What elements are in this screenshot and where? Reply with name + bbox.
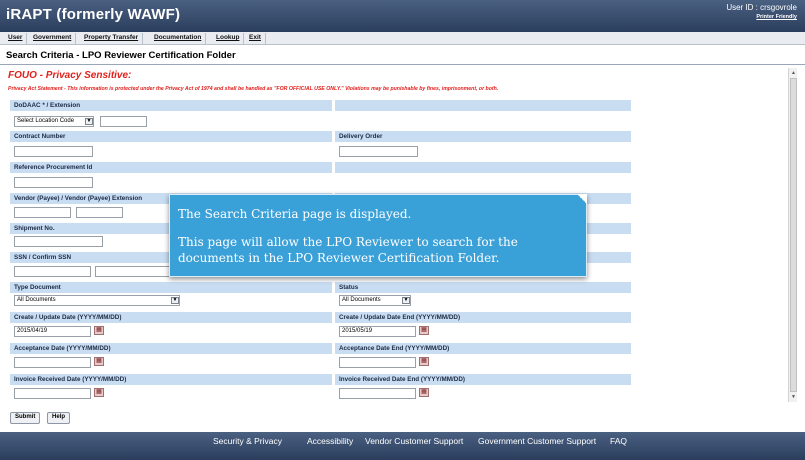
footer-link-security[interactable]: Security & Privacy [213,436,282,446]
status-select[interactable]: All Documents ▼ [339,295,411,306]
callout-fold-icon [577,194,587,204]
scroll-thumb[interactable] [790,78,797,392]
calendar-icon[interactable]: ▦ [419,388,429,397]
invoice-date-label: Invoice Received Date (YYYY/MM/DD) [14,376,127,383]
menu-item-documentation[interactable]: Documentation [150,33,207,44]
calendar-icon[interactable]: ▦ [94,357,104,366]
user-id: User ID : crsgovrole [726,3,797,12]
submit-button[interactable]: Submit [10,412,41,424]
status-band [335,282,631,293]
create-date-input[interactable]: 2015/04/19 [14,326,91,337]
vendor-input[interactable] [14,207,71,218]
vendor-extension-input[interactable] [76,207,123,218]
printer-friendly-link[interactable]: Printer Friendly [756,14,797,20]
shipment-input[interactable] [14,236,103,247]
invoice-date-input[interactable] [14,388,91,399]
vendor-label: Vendor (Payee) / Vendor (Payee) Extensio… [14,195,143,202]
scroll-down-icon[interactable]: ▼ [790,393,797,401]
tutorial-callout: The Search Criteria page is displayed. T… [169,194,587,277]
page-title: Search Criteria - LPO Reviewer Certifica… [6,50,236,61]
acceptance-date-input[interactable] [14,357,91,368]
menu-item-property-transfer[interactable]: Property Transfer [80,33,144,44]
app-title: iRAPT (formerly WAWF) [6,6,181,23]
contract-number-input[interactable] [14,146,93,157]
calendar-icon[interactable]: ▦ [94,326,104,335]
ssn-label: SSN / Confirm SSN [14,254,72,261]
reference-band-right [335,162,631,173]
fouo-heading: FOUO - Privacy Sensitive: [8,70,132,81]
menu-item-user[interactable]: User [4,33,28,44]
acceptance-date-end-input[interactable] [339,357,416,368]
callout-text-line-1: The Search Criteria page is displayed. [178,207,412,221]
footer-link-faq[interactable]: FAQ [610,436,627,446]
dodaac-extension-input[interactable] [100,116,147,127]
menu-item-government[interactable]: Government [29,33,77,44]
chevron-down-icon: ▼ [402,297,410,304]
chevron-down-icon: ▼ [85,118,93,125]
calendar-icon[interactable]: ▦ [94,388,104,397]
title-divider [0,64,805,65]
location-code-select[interactable]: Select Location Code ▼ [14,116,94,127]
vertical-scrollbar[interactable]: ▲ ▼ [788,68,797,402]
dodaac-band-right [335,100,631,111]
acceptance-date-end-label: Acceptance Date End (YYYY/MM/DD) [339,345,450,352]
privacy-statement: Privacy Act Statement - This information… [8,86,499,92]
status-label: Status [339,284,359,291]
confirm-ssn-input[interactable] [95,266,172,277]
reference-procurement-label: Reference Procurement Id [14,164,93,171]
footer-link-government-support[interactable]: Government Customer Support [478,436,596,446]
type-document-label: Type Document [14,284,61,291]
type-document-value: All Documents [17,297,56,303]
create-date-label: Create / Update Date (YYYY/MM/DD) [14,314,122,321]
chevron-down-icon: ▼ [171,297,179,304]
menu-item-lookup[interactable]: Lookup [212,33,245,44]
callout-text-line-2: This page will allow the LPO Reviewer to… [178,235,518,249]
shipment-label: Shipment No. [14,225,55,232]
create-date-end-label: Create / Update Date End (YYYY/MM/DD) [339,314,461,321]
delivery-order-input[interactable] [339,146,418,157]
app-header: iRAPT (formerly WAWF) User ID : crsgovro… [0,0,805,32]
ssn-input[interactable] [14,266,91,277]
type-document-select[interactable]: All Documents ▼ [14,295,180,306]
status-value: All Documents [342,297,381,303]
invoice-date-end-input[interactable] [339,388,416,399]
contract-number-label: Contract Number [14,133,66,140]
help-button[interactable]: Help [47,412,71,424]
callout-text-line-3: documents in the LPO Reviewer Certificat… [178,251,500,265]
dodaac-label: DoDAAC * / Extension [14,102,81,109]
calendar-icon[interactable]: ▦ [419,326,429,335]
create-date-end-input[interactable]: 2015/05/19 [339,326,416,337]
footer-link-accessibility[interactable]: Accessibility [307,436,353,446]
reference-procurement-input[interactable] [14,177,93,188]
location-code-value: Select Location Code [17,118,75,124]
menu-item-exit[interactable]: Exit [245,33,266,44]
delivery-order-label: Delivery Order [339,133,383,140]
footer-link-vendor-support[interactable]: Vendor Customer Support [365,436,463,446]
acceptance-date-label: Acceptance Date (YYYY/MM/DD) [14,345,111,352]
scroll-up-icon[interactable]: ▲ [790,69,797,77]
invoice-date-end-label: Invoice Received Date End (YYYY/MM/DD) [339,376,465,383]
calendar-icon[interactable]: ▦ [419,357,429,366]
menu-bar: User Government Property Transfer Docume… [0,32,805,45]
